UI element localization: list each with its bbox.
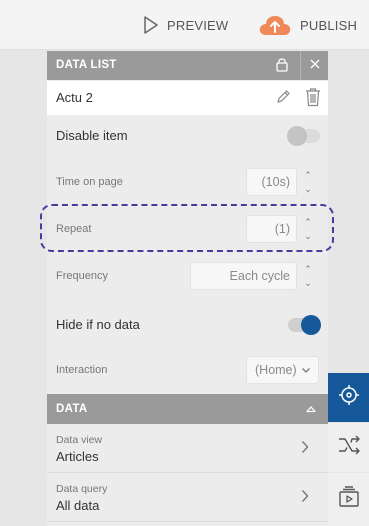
target-icon xyxy=(338,384,360,411)
publish-label: PUBLISH xyxy=(300,17,358,33)
play-icon xyxy=(143,16,159,34)
data-query-row[interactable]: Data query All data xyxy=(47,474,328,522)
data-list-panel: DATA LIST Actu 2 Disable item Time on pa… xyxy=(47,51,328,526)
preview-label: PREVIEW xyxy=(167,17,229,33)
time-on-page-input[interactable]: (10s) xyxy=(246,168,297,196)
toggle-knob xyxy=(287,126,307,146)
chevron-up-icon[interactable] xyxy=(306,404,316,416)
data-section-title: DATA xyxy=(56,403,88,415)
interaction-row: Interaction (Home) xyxy=(47,350,328,390)
chevron-down-icon[interactable]: ⌄ xyxy=(304,230,312,242)
chevron-up-icon[interactable]: ⌃ xyxy=(304,263,312,275)
pencil-icon[interactable] xyxy=(275,89,291,110)
flow-icon xyxy=(337,434,361,461)
repeat-input[interactable]: (1) xyxy=(246,215,297,243)
hide-if-no-data-row: Hide if no data xyxy=(47,303,328,345)
chevron-right-icon xyxy=(301,440,309,459)
item-name-row: Actu 2 xyxy=(47,81,328,115)
chevron-up-icon[interactable]: ⌃ xyxy=(304,216,312,228)
preview-button[interactable]: PREVIEW xyxy=(143,0,228,50)
frequency-label: Frequency xyxy=(56,270,108,282)
cloud-upload-icon xyxy=(258,13,292,37)
disable-item-label: Disable item xyxy=(56,128,128,143)
lock-icon[interactable] xyxy=(276,57,288,75)
hide-if-no-data-label: Hide if no data xyxy=(56,317,140,332)
repeat-row: Repeat (1) ⌃ ⌄ xyxy=(47,209,328,249)
chevron-up-icon[interactable]: ⌃ xyxy=(304,169,312,181)
interaction-label: Interaction xyxy=(56,364,108,376)
data-view-label: Data view xyxy=(56,434,103,446)
data-query-label: Data query xyxy=(56,483,108,495)
item-name[interactable]: Actu 2 xyxy=(56,90,93,105)
chevron-down-icon[interactable]: ⌄ xyxy=(304,277,312,289)
repeat-label: Repeat xyxy=(56,223,92,235)
chevron-right-icon xyxy=(301,489,309,508)
panel-title: DATA LIST xyxy=(56,59,117,71)
disable-item-toggle[interactable] xyxy=(287,126,320,146)
frequency-stepper[interactable]: ⌃ ⌄ xyxy=(300,262,316,290)
close-icon xyxy=(310,59,320,72)
chevron-down-icon[interactable]: ⌄ xyxy=(304,183,312,195)
trash-icon[interactable] xyxy=(304,87,322,112)
slides-icon xyxy=(337,485,361,514)
hide-if-no-data-toggle[interactable] xyxy=(288,315,321,335)
interaction-select[interactable]: (Home) xyxy=(246,356,319,384)
data-query-value: All data xyxy=(56,498,100,513)
time-on-page-label: Time on page xyxy=(56,176,123,188)
target-tool-button[interactable] xyxy=(328,373,369,422)
close-button[interactable] xyxy=(300,51,328,80)
repeat-stepper[interactable]: ⌃ ⌄ xyxy=(300,215,316,243)
time-on-page-stepper[interactable]: ⌃ ⌄ xyxy=(300,168,316,196)
slides-tool-button[interactable] xyxy=(328,473,369,526)
top-toolbar: PREVIEW PUBLISH xyxy=(0,0,369,50)
toggle-knob xyxy=(301,315,321,335)
panel-header: DATA LIST xyxy=(47,51,328,80)
disable-item-row: Disable item xyxy=(47,115,328,157)
frequency-input[interactable]: Each cycle xyxy=(190,262,297,290)
chevron-down-icon xyxy=(301,364,311,378)
flow-tool-button[interactable] xyxy=(328,423,369,472)
data-view-row[interactable]: Data view Articles xyxy=(47,425,328,473)
interaction-value: (Home) xyxy=(255,363,297,377)
frequency-row: Frequency Each cycle ⌃ ⌄ xyxy=(47,256,328,296)
publish-button[interactable]: PUBLISH xyxy=(258,0,357,50)
data-section-header[interactable]: DATA xyxy=(47,394,328,424)
data-view-value: Articles xyxy=(56,449,99,464)
time-on-page-row: Time on page (10s) ⌃ ⌄ xyxy=(47,162,328,202)
